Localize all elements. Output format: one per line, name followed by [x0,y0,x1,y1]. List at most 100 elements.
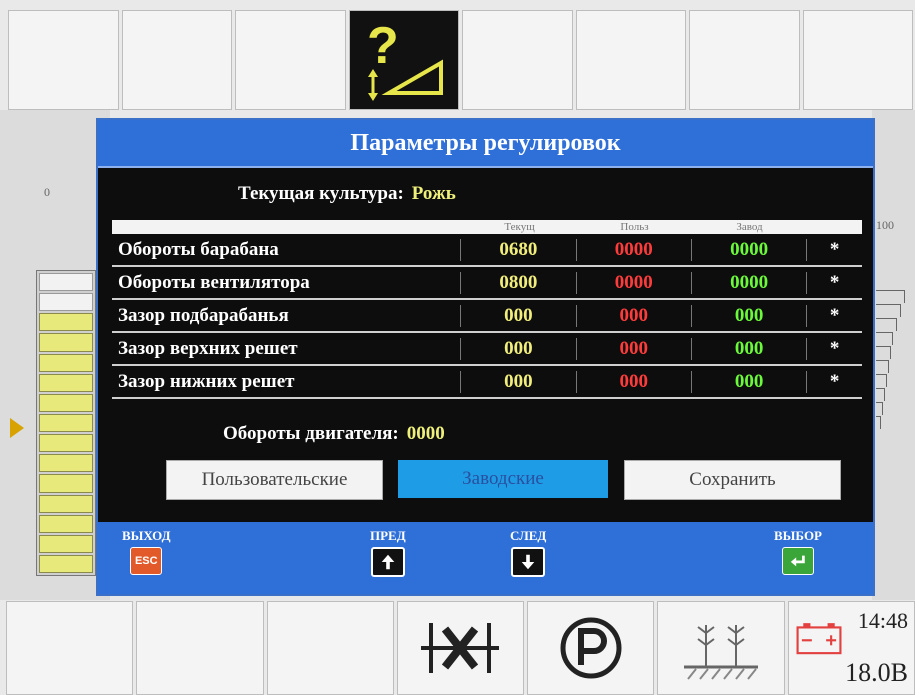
row-factory: 000 [690,304,806,327]
top-key-1[interactable] [8,10,119,110]
gauge-segment [39,393,93,412]
top-key-6[interactable] [575,10,686,110]
table-row[interactable]: Обороты барабана 0680 0000 0000 * [112,234,862,267]
gauge-segment [39,474,93,493]
header-factory: Завод [736,221,763,233]
next-label: СЛЕД [510,528,547,543]
row-mark: * [806,304,862,327]
preset-buttons: Пользовательские Заводские Сохранить [166,460,846,500]
table-row[interactable]: Зазор верхних решет 000 000 000 * [112,333,862,366]
row-user: 0000 [575,238,691,261]
gauge-segment [39,534,93,553]
row-name: Зазор подбарабанья [118,304,289,326]
row-current: 000 [460,337,575,360]
table-row[interactable]: Зазор нижних решет 000 000 000 * [112,366,862,399]
diff-lock-cell[interactable] [396,601,525,695]
adjust-help-icon: ? [367,17,443,101]
gauge-segment [39,554,93,574]
esc-key-icon: ESC [130,547,163,575]
table-row[interactable]: Обороты вентилятора 0800 0000 0000 * [112,267,862,300]
row-name: Обороты вентилятора [118,271,310,293]
right-stair-scale [876,290,906,450]
save-button[interactable]: Сохранить [624,460,841,500]
gauge-segment [39,454,93,473]
table-row[interactable]: Зазор подбарабанья 000 000 000 * [112,300,862,333]
factory-settings-button[interactable]: Заводские [398,460,608,498]
top-key-7[interactable] [689,10,800,110]
row-factory: 0000 [690,238,806,261]
crop-line: Текущая культура: Рожь [238,183,456,205]
gauge-segment [39,494,93,513]
arrow-up-icon [370,547,405,577]
row-mark: * [806,238,862,261]
select-label: ВЫБОР [774,528,822,543]
row-mark: * [806,337,862,360]
row-mark: * [806,271,862,294]
top-key-8[interactable] [802,10,913,110]
row-user: 0000 [575,271,691,294]
svg-text:?: ? [367,17,399,75]
crop-value: Рожь [411,183,456,204]
row-current: 000 [460,370,575,393]
row-mark: * [806,370,862,393]
header-mark [807,220,862,234]
top-key-adjust[interactable]: ? [348,10,459,110]
top-softkey-bar: ? [8,10,913,110]
row-current: 0680 [460,238,575,261]
battery-status-cell: 14:48 18.0B [787,601,915,695]
params-table: Текущ Польз Завод Обороты барабана 0680 … [112,220,862,399]
top-key-2[interactable] [121,10,232,110]
user-settings-button[interactable]: Пользовательские [166,460,383,500]
row-factory: 000 [690,370,806,393]
header-current: Текущ [504,221,535,233]
gauge-segment [39,413,93,433]
parking-cell[interactable] [527,601,655,695]
row-factory: 0000 [690,271,806,294]
gauge-segment [39,333,93,352]
row-current: 000 [460,304,575,327]
header-user: Польз [620,221,649,233]
softkey-bar: ВЫХОД ESC ПРЕД СЛЕД ВЫБОР [98,522,873,594]
level-gauge [36,270,96,576]
bottom-key-2[interactable] [136,601,264,695]
top-key-3[interactable] [235,10,346,110]
parking-icon [560,617,622,679]
gauge-segment [39,313,93,332]
row-user: 000 [575,304,691,327]
gauge-segment [39,514,93,533]
clock: 14:48 [857,608,908,633]
diff-lock-icon [421,623,500,673]
crop-label: Текущая культура: [238,183,404,204]
crop-field-cell[interactable] [657,601,785,695]
prev-softkey[interactable]: ПРЕД [370,528,406,577]
adjustment-dialog: Параметры регулировок Текущая культура: Р… [96,118,875,596]
enter-key-icon [782,547,814,575]
gauge-segment [39,353,93,372]
gauge-max-label: 100 [876,218,894,232]
exit-label: ВЫХОД [122,528,171,543]
row-current: 0800 [460,271,575,294]
top-key-5[interactable] [462,10,573,110]
next-softkey[interactable]: СЛЕД [510,528,546,577]
dialog-title: Параметры регулировок [98,120,873,168]
row-name: Зазор нижних решет [118,370,295,392]
arrow-down-icon [511,547,546,577]
voltage-readout: 18.0B [845,658,908,687]
exit-softkey[interactable]: ВЫХОД ESC [122,528,171,575]
row-name: Обороты барабана [118,238,279,260]
row-name: Зазор верхних решет [118,337,298,359]
table-header: Текущ Польз Завод [112,220,862,234]
gauge-segment [39,373,93,392]
gauge-min-label: 0 [44,185,50,199]
bottom-key-3[interactable] [266,601,394,695]
crop-field-icon [684,625,759,680]
gauge-segment [39,293,93,312]
prev-label: ПРЕД [370,528,406,543]
bottom-status-bar: 14:48 18.0B [6,601,915,695]
header-name [112,220,462,234]
select-softkey[interactable]: ВЫБОР [774,528,822,575]
engine-speed-line: Обороты двигателя: 0000 [223,423,445,445]
bottom-key-1[interactable] [6,601,134,695]
gauge-segment [39,434,93,453]
gauge-segment [39,273,93,292]
